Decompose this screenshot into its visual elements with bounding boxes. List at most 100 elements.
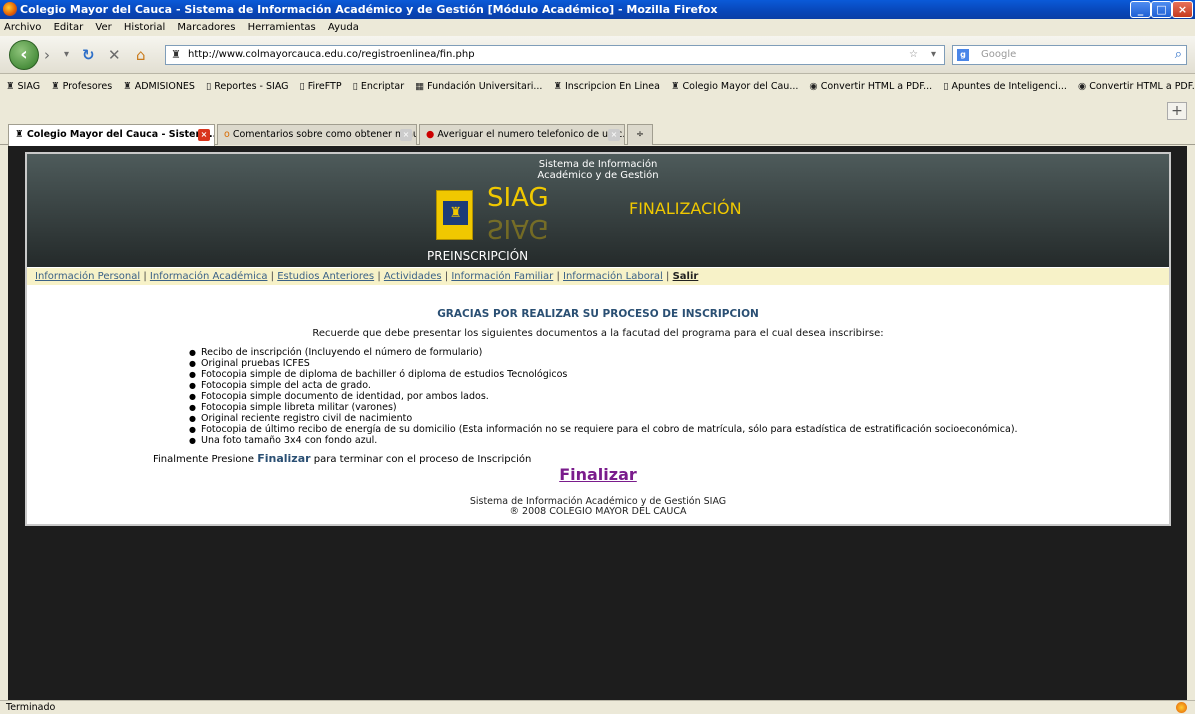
close-tab-icon[interactable]: ×: [198, 129, 210, 141]
bookmark-item[interactable]: ▯ Encriptar: [353, 81, 405, 92]
favicon-icon: ♜: [15, 129, 27, 140]
list-item: Recibo de inscripción (Incluyendo el núm…: [189, 347, 1018, 358]
navigation-toolbar: ‹ › ▾ ↻ ✕ ⌂ ♜ http://www.colmayorcauca.e…: [0, 36, 1195, 74]
tab-strip: + ♜ Colegio Mayor del Cauca - Sistem... …: [0, 100, 1195, 146]
final-instruction: Finalmente Presione Finalizar para termi…: [153, 452, 532, 465]
menu-herramientas[interactable]: Herramientas: [248, 22, 316, 33]
search-box[interactable]: g Google ⌕: [952, 45, 1187, 65]
thanks-heading: GRACIAS POR REALIZAR SU PROCESO DE INSCR…: [437, 308, 759, 320]
tab-comentarios[interactable]: o Comentarios sobre como obtener minut..…: [217, 124, 417, 145]
list-item: Original pruebas ICFES: [189, 358, 1018, 369]
favicon-icon: ♜: [123, 81, 132, 92]
bookmark-item[interactable]: ♜ Inscripcion En Linea: [553, 81, 659, 92]
intro-text: Recuerde que debe presentar los siguient…: [312, 328, 884, 339]
nav-informacion-laboral[interactable]: Información Laboral: [563, 271, 663, 282]
page-viewport: Sistema de Información Académico y de Ge…: [8, 146, 1187, 700]
history-dropdown-icon[interactable]: ▾: [64, 46, 69, 64]
list-item: Fotocopia simple libreta militar (varone…: [189, 402, 1018, 413]
url-bar[interactable]: ♜ http://www.colmayorcauca.edu.co/regist…: [165, 45, 945, 65]
tab-empty[interactable]: ÷: [627, 124, 653, 145]
siag-logo-icon: ♜: [436, 190, 473, 240]
back-button[interactable]: ‹: [9, 40, 39, 70]
firefox-icon: [3, 2, 17, 16]
nav-informacion-academica[interactable]: Información Académica: [150, 271, 268, 282]
finalizar-link[interactable]: Finalizar: [27, 465, 1169, 484]
window-title: Colegio Mayor del Cauca - Sistema de Inf…: [20, 3, 718, 16]
favicon-icon: ♜: [670, 81, 680, 92]
status-bar: Terminado: [0, 700, 1195, 713]
logo-text: SIAG: [487, 183, 549, 213]
bookmark-item[interactable]: ♜ Profesores: [51, 81, 112, 92]
page-subtitle: PREINSCRIPCIÓN: [427, 249, 529, 263]
list-item: Fotocopia simple documento de identidad,…: [189, 391, 1018, 402]
tab-colegio[interactable]: ♜ Colegio Mayor del Cauca - Sistem... ×: [8, 124, 215, 146]
system-name: Sistema de Información Académico y de Ge…: [537, 159, 659, 181]
window-titlebar: Colegio Mayor del Cauca - Sistema de Inf…: [0, 0, 1195, 19]
site-favicon-icon: ♜: [171, 48, 181, 61]
menu-ver[interactable]: Ver: [95, 22, 111, 33]
menu-ayuda[interactable]: Ayuda: [328, 22, 359, 33]
bookmark-item[interactable]: ♜ Colegio Mayor del Cau...: [671, 81, 798, 92]
nav-estudios-anteriores[interactable]: Estudios Anteriores: [277, 271, 374, 282]
nav-informacion-personal[interactable]: Información Personal: [35, 271, 140, 282]
close-window-button[interactable]: ×: [1172, 1, 1193, 18]
site-nav: Información Personal | Información Acadé…: [27, 268, 1169, 285]
bookmark-item[interactable]: ▯ Apuntes de Inteligenci...: [943, 81, 1067, 92]
search-placeholder: Google: [981, 49, 1017, 60]
list-item: Una foto tamaño 3x4 con fondo azul.: [189, 435, 1018, 446]
menu-archivo[interactable]: Archivo: [4, 22, 41, 33]
page-icon: ▯: [943, 81, 949, 92]
star-icon[interactable]: ☆: [909, 46, 918, 64]
new-tab-button[interactable]: +: [1167, 102, 1187, 120]
menu-historial[interactable]: Historial: [124, 22, 165, 33]
nav-informacion-familiar[interactable]: Información Familiar: [451, 271, 553, 282]
olx-icon: o: [224, 129, 233, 140]
nav-actividades[interactable]: Actividades: [384, 271, 442, 282]
url-text: http://www.colmayorcauca.edu.co/registro…: [188, 49, 475, 60]
page-icon: ▯: [206, 81, 212, 92]
menu-marcadores[interactable]: Marcadores: [177, 22, 235, 33]
bookmark-item[interactable]: ▦ Fundación Universitari...: [415, 81, 542, 92]
bookmark-item[interactable]: ▯ Reportes - SIAG: [206, 81, 289, 92]
logo-reflection: SIAG: [487, 213, 549, 243]
page-icon: ▯: [299, 81, 305, 92]
documents-list: Recibo de inscripción (Incluyendo el núm…: [189, 347, 1018, 446]
bookmark-item[interactable]: ◉ Convertir HTML a PDF...: [809, 81, 932, 92]
firefox-status-icon[interactable]: [1176, 702, 1187, 713]
page-icon: ▯: [352, 81, 358, 92]
url-dropdown-icon[interactable]: ▾: [931, 46, 936, 64]
bookmark-item[interactable]: ♜ SIAG: [6, 81, 40, 92]
bookmark-item[interactable]: ♜ ADMISIONES: [123, 81, 195, 92]
globe-icon: ◉: [809, 81, 818, 92]
grid-icon: ▦: [415, 81, 425, 92]
menu-editar[interactable]: Editar: [54, 22, 84, 33]
bookmark-item[interactable]: ▯ FireFTP: [300, 81, 342, 92]
google-engine-icon[interactable]: g: [957, 49, 969, 61]
help-icon: ●: [426, 129, 438, 140]
nav-salir[interactable]: Salir: [673, 271, 699, 282]
list-item: Fotocopia de último recibo de energía de…: [189, 424, 1018, 435]
site-header: Sistema de Información Académico y de Ge…: [27, 154, 1169, 267]
stop-icon[interactable]: ✕: [108, 46, 121, 64]
minimize-button[interactable]: _: [1130, 1, 1151, 18]
tab-averiguar[interactable]: ● Averiguar el numero telefonico de un c…: [419, 124, 625, 145]
list-item: Original reciente registro civil de naci…: [189, 413, 1018, 424]
globe-icon: ◉: [1077, 81, 1087, 92]
close-tab-icon[interactable]: ×: [608, 129, 620, 141]
search-icon[interactable]: ⌕: [1175, 46, 1182, 64]
maximize-button[interactable]: □: [1151, 1, 1172, 18]
favicon-icon: ♜: [6, 81, 15, 92]
menu-bar: Archivo Editar Ver Historial Marcadores …: [0, 19, 1195, 36]
favicon-icon: ♜: [553, 81, 562, 92]
reload-icon[interactable]: ↻: [82, 46, 95, 64]
page-container: Sistema de Información Académico y de Ge…: [25, 152, 1171, 526]
status-text: Terminado: [6, 702, 56, 713]
close-tab-icon[interactable]: ×: [400, 129, 412, 141]
favicon-icon: ♜: [51, 81, 60, 92]
bookmark-item[interactable]: ◉ Convertir HTML a PDF...: [1078, 81, 1195, 92]
page-footer: Sistema de Información Académico y de Ge…: [469, 496, 727, 517]
list-item: Fotocopia simple del acta de grado.: [189, 380, 1018, 391]
bookmarks-toolbar: ♜ SIAG ♜ Profesores ♜ ADMISIONES ▯ Reportes …: [0, 74, 1195, 100]
forward-button[interactable]: ›: [44, 46, 50, 64]
home-icon[interactable]: ⌂: [136, 46, 146, 64]
